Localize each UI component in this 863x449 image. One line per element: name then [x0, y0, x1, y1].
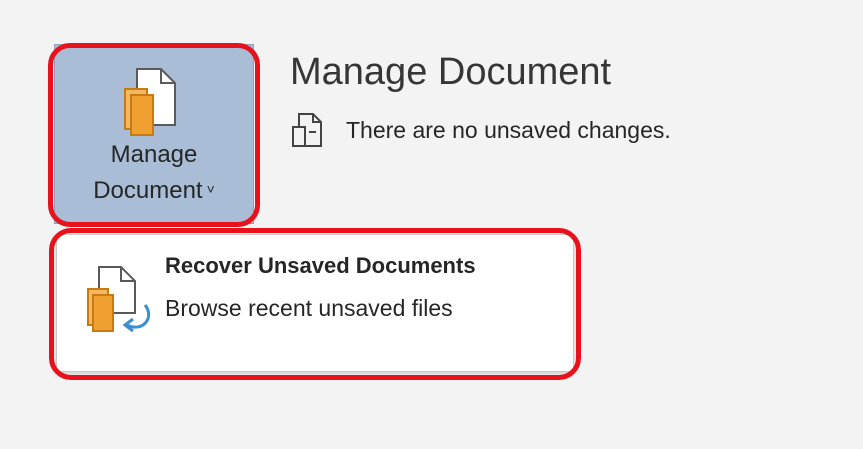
documents-icon [121, 67, 181, 137]
manage-document-label-text: Document [93, 177, 203, 204]
chevron-down-icon: ˅ [206, 181, 215, 197]
manage-document-button[interactable]: Manage Document ˅ [54, 44, 254, 224]
menu-item-recover-unsaved-documents[interactable]: Recover Unsaved Documents Browse recent … [57, 235, 573, 371]
menu-item-title: Recover Unsaved Documents [165, 253, 476, 278]
status-row: There are no unsaved changes. [290, 112, 671, 148]
menu-item-description: Browse recent unsaved files [165, 295, 453, 321]
manage-document-label-line2: Document ˅ [55, 175, 253, 205]
recover-documents-icon [85, 265, 157, 337]
manage-document-menu: Recover Unsaved Documents Browse recent … [56, 234, 574, 372]
status-text: There are no unsaved changes. [346, 116, 671, 143]
manage-document-label-line1: Manage [110, 141, 198, 168]
section-title: Manage Document [290, 51, 612, 93]
document-status-icon [290, 112, 324, 148]
